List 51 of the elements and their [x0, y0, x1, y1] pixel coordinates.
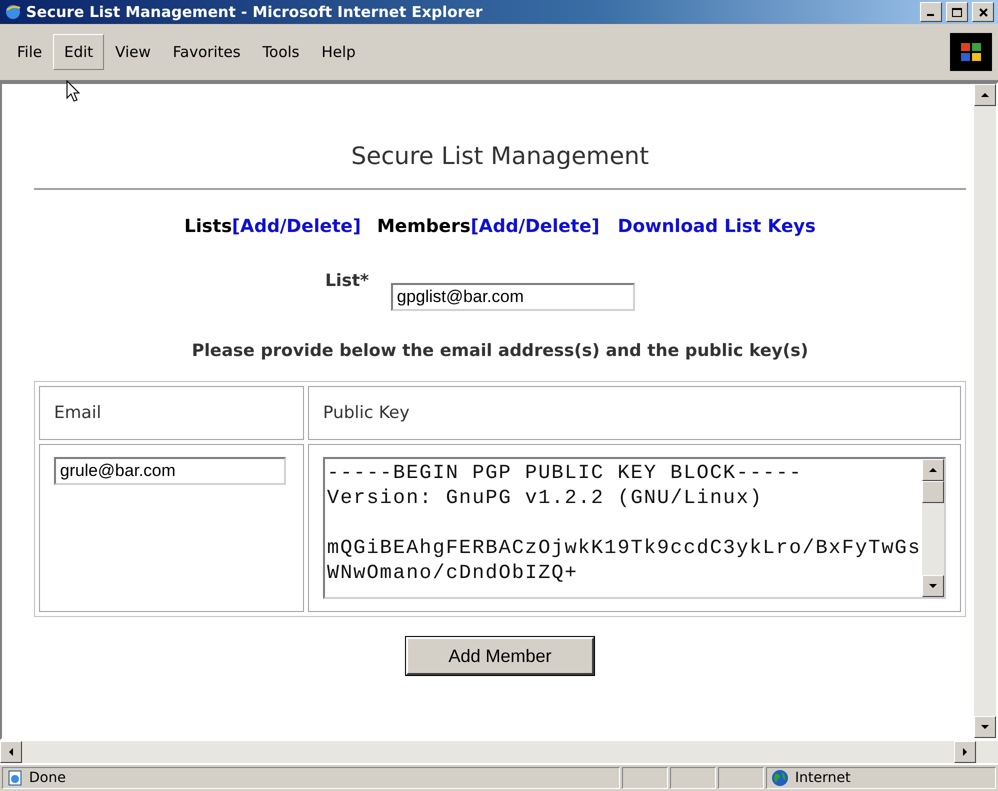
- scrollbar[interactable]: [922, 459, 944, 597]
- instruction-text: Please provide below the email address(s) and the public key(s): [192, 341, 808, 361]
- bracket-text: [: [470, 216, 479, 237]
- bracket-text: ]: [591, 216, 600, 237]
- down-arrow-icon: [981, 723, 989, 731]
- up-arrow-icon: [981, 91, 989, 99]
- down-arrow-icon: [929, 582, 937, 590]
- windows-logo: [950, 33, 992, 71]
- zone-text: Internet: [795, 770, 851, 786]
- menu-item[interactable]: Help: [310, 34, 367, 70]
- menu-item[interactable]: Favorites: [162, 34, 252, 70]
- nav-link[interactable]: Delete: [286, 216, 353, 237]
- page-heading: Secure List Management: [351, 142, 649, 170]
- column-header: Public Key: [308, 386, 961, 440]
- download-link[interactable]: Download List Keys: [618, 216, 816, 237]
- bracket-text: /: [518, 216, 526, 237]
- list-label: List*: [325, 271, 369, 291]
- list-input-field[interactable]: gpglist@bar.com: [390, 283, 635, 311]
- public-key-field[interactable]: -----BEGIN PGP PUBLIC KEY BLOCK----- Version: GnuPG v1.2.2 (GNU/Linux) mQGiBEAhgFERBACzOjwkK19Tk9ccdC3ykLro/BxFyTwGs WNwOmano/cDndObIZQ+: [323, 457, 946, 599]
- nav-link[interactable]: Add: [240, 216, 280, 237]
- menu-item[interactable]: Edit: [53, 34, 104, 70]
- nav-link[interactable]: Add: [478, 216, 518, 237]
- status-text: Done: [29, 770, 66, 786]
- nav-label: Members: [377, 216, 471, 237]
- status-pane: [670, 767, 716, 789]
- status-pane: [718, 767, 764, 789]
- close-button[interactable]: [972, 2, 994, 22]
- email-input-field[interactable]: grule@bar.com: [54, 457, 286, 485]
- nav-label: Lists: [184, 216, 232, 237]
- menu-item[interactable]: File: [6, 34, 54, 70]
- add-member-button[interactable]: Add Member: [406, 637, 594, 675]
- globe-icon: [771, 769, 789, 787]
- nav-link[interactable]: Delete: [525, 216, 592, 237]
- bracket-text: /: [280, 216, 286, 237]
- maximize-icon: [952, 8, 962, 16]
- close-icon: [978, 8, 988, 16]
- menu-item[interactable]: Tools: [252, 34, 310, 70]
- maximize-button[interactable]: [946, 2, 968, 22]
- minimize-button[interactable]: [920, 2, 942, 22]
- column-header: Email: [39, 386, 304, 440]
- status-pane: [622, 767, 668, 789]
- browser-icon: [4, 3, 22, 21]
- up-arrow-icon: [929, 466, 937, 474]
- bracket-text: [: [232, 216, 240, 237]
- window-title: Secure List Management - Microsoft Internet Explorer: [26, 3, 484, 21]
- scroll-thumb[interactable]: [922, 481, 944, 503]
- right-arrow-icon: [961, 748, 969, 756]
- page-icon: [7, 770, 23, 786]
- menu-item[interactable]: View: [104, 34, 162, 70]
- bracket-text: ]: [352, 216, 361, 237]
- left-arrow-icon: [7, 748, 15, 756]
